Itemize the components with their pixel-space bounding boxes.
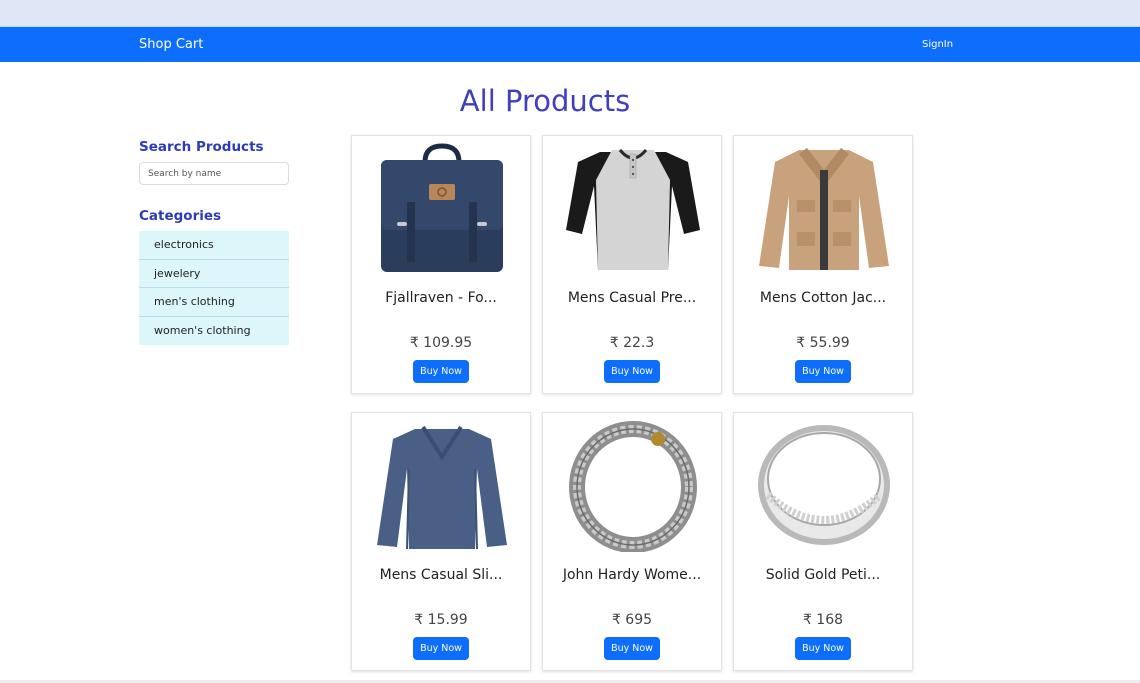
product-card[interactable]: Mens Cotton Jac... ₹ 55.99 Buy Now xyxy=(733,135,913,394)
silver-ring-image[interactable] xyxy=(749,417,899,552)
search-heading: Search Products xyxy=(139,139,264,155)
category-list: electronics jewelery men's clothing wome… xyxy=(139,231,289,345)
product-name[interactable]: Solid Gold Peti... xyxy=(734,567,912,583)
buy-now-button[interactable]: Buy Now xyxy=(795,637,851,660)
product-card[interactable]: John Hardy Wome... ₹ 695 Buy Now xyxy=(542,412,722,671)
product-name[interactable]: John Hardy Wome... xyxy=(543,567,721,583)
buy-now-button[interactable]: Buy Now xyxy=(604,360,660,383)
product-name[interactable]: Fjallraven - Fo... xyxy=(352,290,530,306)
slim-longsleeve-image[interactable] xyxy=(367,417,517,552)
product-card[interactable]: Solid Gold Peti... ₹ 168 Buy Now xyxy=(733,412,913,671)
product-price: ₹ 695 xyxy=(611,612,653,628)
product-card[interactable]: Mens Casual Pre... ₹ 22.3 Buy Now xyxy=(542,135,722,394)
categories-heading: Categories xyxy=(139,208,222,224)
buy-now-button[interactable]: Buy Now xyxy=(604,637,660,660)
product-card[interactable]: Fjallraven - Fo... ₹ 109.95 Buy Now xyxy=(351,135,531,394)
search-input[interactable] xyxy=(139,162,289,185)
chain-bracelet-image[interactable] xyxy=(558,417,708,552)
product-card[interactable]: Mens Casual Sli... ₹ 15.99 Buy Now xyxy=(351,412,531,671)
backpack-image[interactable] xyxy=(367,140,517,275)
product-price: ₹ 15.99 xyxy=(414,612,468,628)
product-name[interactable]: Mens Casual Pre... xyxy=(543,290,721,306)
buy-now-button[interactable]: Buy Now xyxy=(413,360,469,383)
cotton-jacket-image[interactable] xyxy=(749,140,899,275)
page-title: All Products xyxy=(459,84,631,118)
product-price: ₹ 22.3 xyxy=(609,335,655,351)
product-name[interactable]: Mens Casual Sli... xyxy=(352,567,530,583)
navbar: Shop Cart SignIn xyxy=(0,27,1140,62)
product-price: ₹ 109.95 xyxy=(409,335,473,351)
browser-top-strip xyxy=(0,0,1140,27)
category-item-jewelery[interactable]: jewelery xyxy=(139,259,289,288)
category-item-mens-clothing[interactable]: men's clothing xyxy=(139,288,289,317)
raglan-tshirt-image[interactable] xyxy=(558,140,708,275)
category-item-electronics[interactable]: electronics xyxy=(139,231,289,260)
buy-now-button[interactable]: Buy Now xyxy=(413,637,469,660)
product-price: ₹ 55.99 xyxy=(796,335,850,351)
product-price: ₹ 168 xyxy=(802,612,844,628)
category-item-womens-clothing[interactable]: women's clothing xyxy=(139,316,289,345)
brand-link[interactable]: Shop Cart xyxy=(139,37,203,52)
product-name[interactable]: Mens Cotton Jac... xyxy=(734,290,912,306)
buy-now-button[interactable]: Buy Now xyxy=(795,360,851,383)
signin-link[interactable]: SignIn xyxy=(922,39,953,50)
